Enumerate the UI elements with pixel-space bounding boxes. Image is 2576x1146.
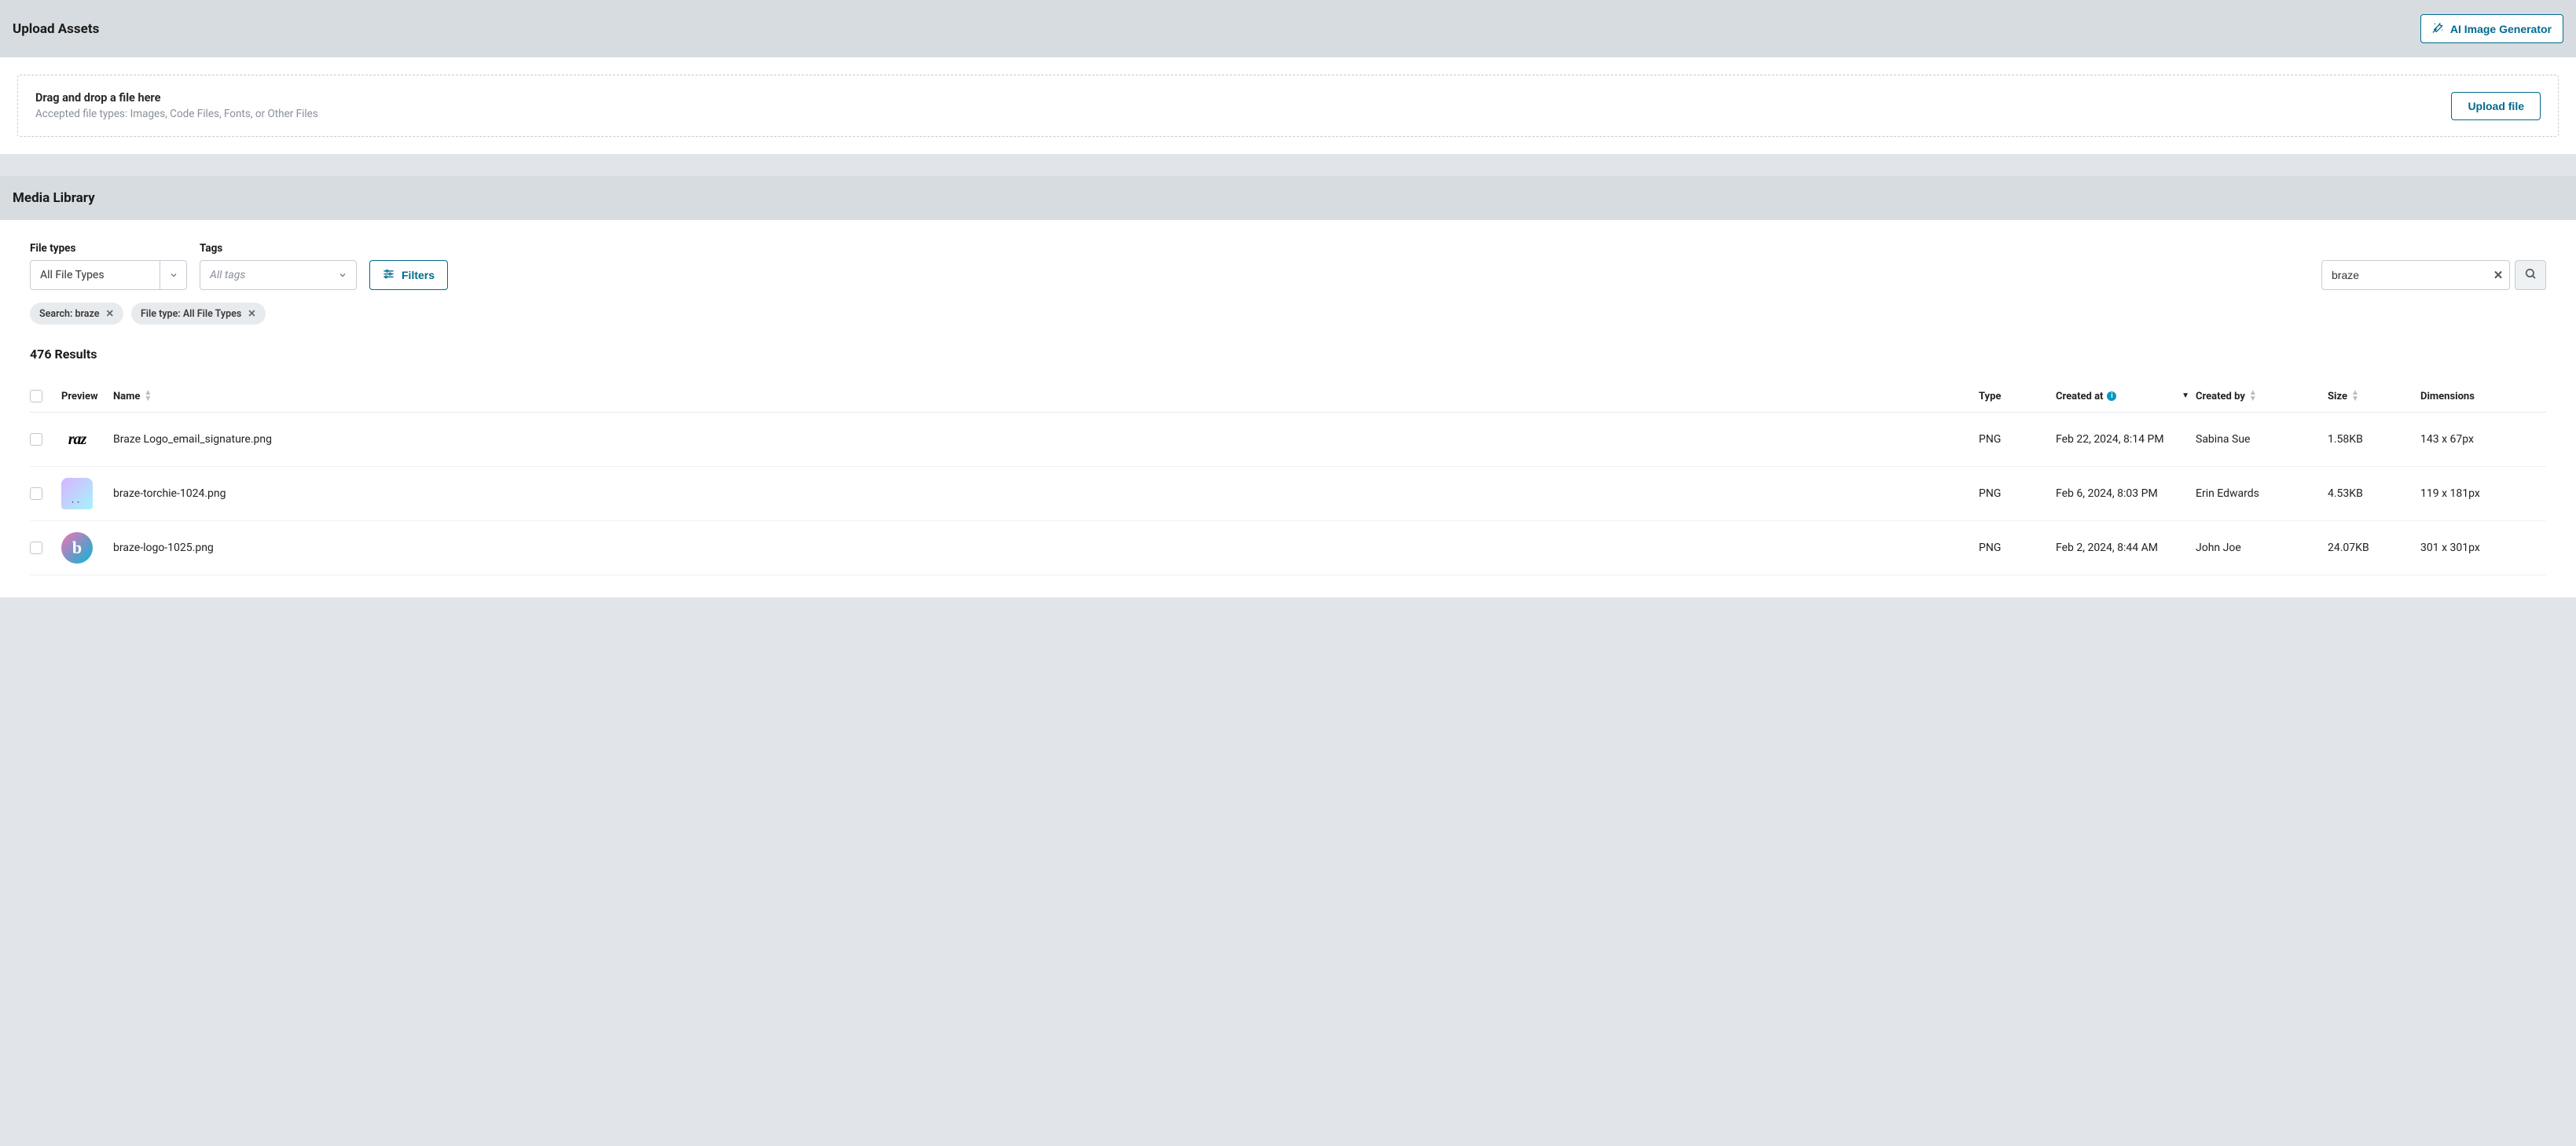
tags-placeholder: All tags: [200, 269, 329, 281]
row-created-at: Feb 2, 2024, 8:44 AM: [2056, 542, 2189, 554]
filters-button-label: Filters: [402, 269, 435, 281]
filters-button[interactable]: Filters: [369, 260, 448, 290]
table-body: raz Braze Logo_email_signature.png PNG F…: [30, 413, 2546, 575]
preview-thumbnail: raz: [61, 424, 93, 455]
th-type: Type: [1979, 391, 2049, 402]
filter-chips: Search: braze ✕ File type: All File Type…: [30, 303, 2546, 325]
filetypes-label: File types: [30, 242, 187, 255]
th-dimensions: Dimensions: [2420, 391, 2546, 402]
chip-label: Search: braze: [39, 308, 99, 320]
th-created-by[interactable]: Created by ▲▼: [2196, 390, 2321, 402]
tags-label: Tags: [200, 242, 357, 255]
search-wrap: ✕: [2321, 260, 2546, 290]
clear-icon[interactable]: ✕: [2487, 268, 2509, 282]
search-input[interactable]: [2322, 269, 2487, 281]
row-dimensions: 143 x 67px: [2420, 433, 2546, 446]
preview-thumbnail: b: [61, 532, 93, 564]
table-header: Preview Name ▲▼ Type Created at i ▼ Crea…: [30, 390, 2546, 413]
sort-icon: ▲▼: [144, 390, 152, 402]
row-checkbox-cell: [30, 433, 55, 446]
row-name: braze-torchie-1024.png: [113, 487, 1972, 500]
upload-title: Upload Assets: [13, 21, 99, 37]
info-icon[interactable]: i: [2107, 391, 2116, 401]
magic-wand-icon: [2432, 21, 2445, 36]
row-type: PNG: [1979, 542, 2049, 554]
search-button[interactable]: [2515, 260, 2546, 290]
upload-header: Upload Assets AI Image Generator: [0, 0, 2576, 57]
th-preview: Preview: [61, 391, 107, 402]
sort-desc-icon: ▼: [2182, 393, 2189, 399]
row-size: 1.58KB: [2328, 433, 2414, 446]
ai-image-generator-button[interactable]: AI Image Generator: [2420, 14, 2563, 43]
row-type: PNG: [1979, 487, 2049, 500]
row-checkbox-cell: [30, 542, 55, 554]
row-type: PNG: [1979, 433, 2049, 446]
sort-icon: ▲▼: [2351, 390, 2359, 402]
chip-filetype: File type: All File Types ✕: [131, 303, 266, 325]
results-count: 476 Results: [30, 347, 2546, 362]
row-created-at: Feb 22, 2024, 8:14 PM: [2056, 433, 2189, 446]
close-icon[interactable]: ✕: [105, 307, 113, 320]
row-preview-cell: [61, 478, 107, 509]
upload-file-button[interactable]: Upload file: [2451, 92, 2541, 120]
row-size: 24.07KB: [2328, 542, 2414, 554]
preview-thumbnail: [61, 478, 93, 509]
dropzone-title: Drag and drop a file here: [35, 91, 318, 105]
row-checkbox[interactable]: [30, 487, 42, 500]
filter-row: File types All File Types Tags All tags: [30, 242, 2546, 290]
row-name: braze-logo-1025.png: [113, 542, 1972, 554]
filetypes-filter-group: File types All File Types: [30, 242, 187, 290]
chip-search: Search: braze ✕: [30, 303, 123, 325]
table-row[interactable]: raz Braze Logo_email_signature.png PNG F…: [30, 413, 2546, 467]
section-gap: [0, 154, 2576, 176]
filetypes-value: All File Types: [31, 269, 160, 281]
chevron-down-icon: [160, 261, 186, 289]
row-checkbox-cell: [30, 487, 55, 500]
table-row[interactable]: b braze-logo-1025.png PNG Feb 2, 2024, 8…: [30, 521, 2546, 575]
row-dimensions: 119 x 181px: [2420, 487, 2546, 500]
search-box: ✕: [2321, 260, 2510, 290]
row-created-by: Erin Edwards: [2196, 487, 2321, 500]
dropzone-text: Drag and drop a file here Accepted file …: [35, 91, 318, 120]
sliders-icon: [383, 268, 394, 282]
row-created-by: Sabina Sue: [2196, 433, 2321, 446]
row-checkbox[interactable]: [30, 542, 42, 554]
chip-label: File type: All File Types: [141, 308, 241, 320]
filetypes-select[interactable]: All File Types: [30, 260, 187, 290]
th-checkbox: [30, 390, 55, 402]
row-created-by: John Joe: [2196, 542, 2321, 554]
th-created-at[interactable]: Created at i ▼: [2056, 391, 2189, 402]
table-row[interactable]: braze-torchie-1024.png PNG Feb 6, 2024, …: [30, 467, 2546, 521]
row-size: 4.53KB: [2328, 487, 2414, 500]
sort-icon: ▲▼: [2249, 390, 2257, 402]
tags-select[interactable]: All tags: [200, 260, 357, 290]
dropzone[interactable]: Drag and drop a file here Accepted file …: [17, 75, 2559, 137]
media-table: Preview Name ▲▼ Type Created at i ▼ Crea…: [30, 390, 2546, 575]
search-icon: [2524, 267, 2537, 283]
media-library-title: Media Library: [13, 190, 95, 206]
chevron-down-icon: [329, 270, 356, 280]
row-preview-cell: b: [61, 532, 107, 564]
tags-filter-group: Tags All tags: [200, 242, 357, 290]
media-library-body: File types All File Types Tags All tags: [0, 220, 2576, 597]
th-name[interactable]: Name ▲▼: [113, 390, 1972, 402]
media-library-header: Media Library: [0, 176, 2576, 220]
th-size[interactable]: Size ▲▼: [2328, 390, 2414, 402]
row-dimensions: 301 x 301px: [2420, 542, 2546, 554]
close-icon[interactable]: ✕: [248, 307, 255, 320]
row-checkbox[interactable]: [30, 433, 42, 446]
row-preview-cell: raz: [61, 424, 107, 455]
ai-button-label: AI Image Generator: [2450, 23, 2552, 35]
dropzone-subtitle: Accepted file types: Images, Code Files,…: [35, 108, 318, 120]
row-created-at: Feb 6, 2024, 8:03 PM: [2056, 487, 2189, 500]
upload-panel: Drag and drop a file here Accepted file …: [0, 57, 2576, 154]
select-all-checkbox[interactable]: [30, 390, 42, 402]
row-name: Braze Logo_email_signature.png: [113, 433, 1972, 446]
